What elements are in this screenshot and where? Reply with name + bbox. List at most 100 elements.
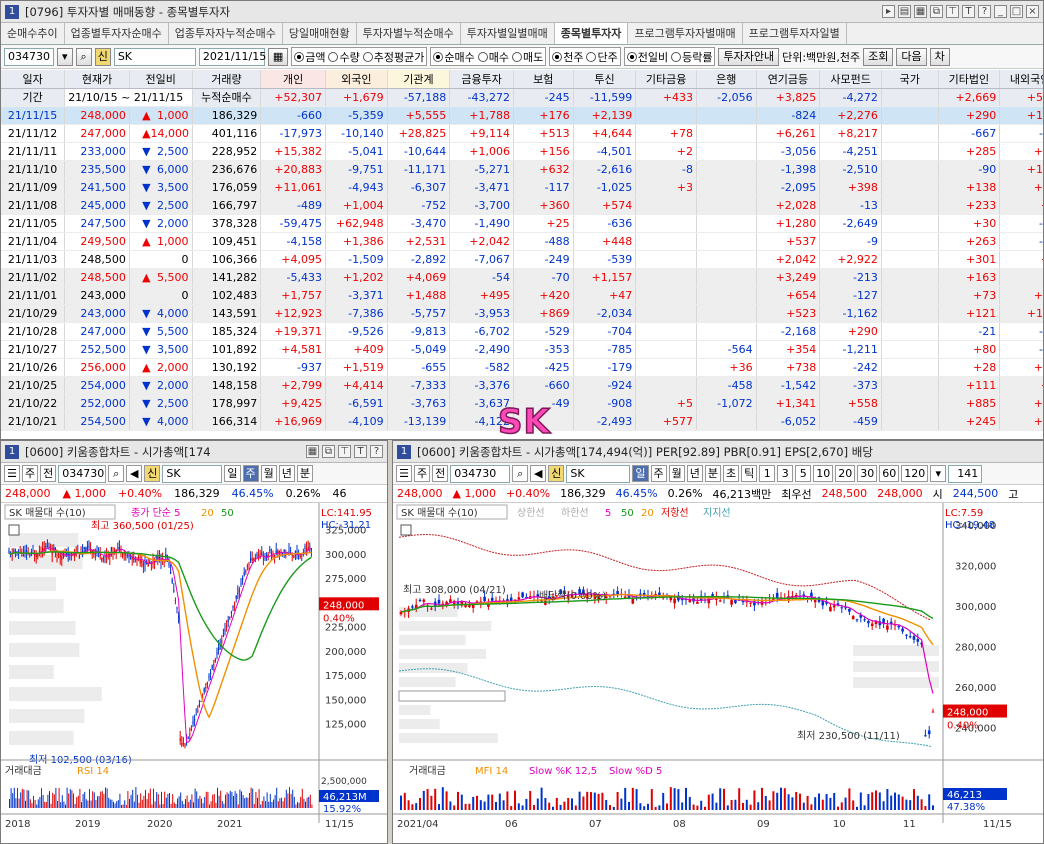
period-from-input[interactable]: 21/10/15 [68,91,117,104]
column-header[interactable]: 현재가 [64,70,130,89]
all-button[interactable]: 전 [432,465,449,482]
column-header[interactable]: 보험 [513,70,574,89]
tab-investor-cumulative[interactable]: 투자자별누적순매수 [357,23,461,44]
period-month[interactable]: 월 [260,465,277,482]
bar-count-input[interactable]: 141 [948,464,983,483]
tab-investor-daily[interactable]: 투자자별일별매매 [461,23,555,44]
table-row[interactable]: 21/10/28 247,000 ▼ 5,500 185,324 +19,371 -9,52… [1,322,1043,341]
column-header[interactable]: 기관계 [387,70,451,89]
column-header[interactable]: 외국인 [325,70,388,89]
stock-type-select[interactable]: 주 [414,465,431,482]
radio-buy[interactable]: 매수 [477,49,509,65]
table-row[interactable]: 21/11/01 243,000 0 102,483 +1,757 -3,371 +1,48… [1,286,1043,305]
radio-thousand-shares[interactable]: 천주 [552,49,583,65]
radio-prev-day[interactable]: 전일비 [626,49,668,65]
sound-icon[interactable]: ◀ [530,465,547,482]
column-header[interactable]: 개인 [260,70,326,89]
interval-10[interactable]: 10 [813,465,834,482]
link-icon[interactable]: ⧉ [322,445,335,458]
date-input[interactable]: 2021/11/15 [198,47,266,66]
table-row[interactable]: 21/10/27 252,500 ▼ 3,500 101,892 +4,581 +409 -5… [1,340,1043,359]
column-header[interactable]: 일자 [1,70,66,89]
credit-badge[interactable]: 신 [94,47,111,66]
table-row[interactable]: 21/11/03 248,500 0 106,366 +4,095 -1,509 -2,89… [1,250,1043,269]
maximize-icon[interactable]: □ [1010,5,1023,18]
interval-120[interactable]: 120 [901,465,929,482]
column-header[interactable]: 거래량 [192,70,262,89]
stock-name-field[interactable]: SK [162,464,223,483]
help-icon[interactable]: ? [370,445,383,458]
radio-net-buy[interactable]: 순매수 [433,49,475,65]
interval-5[interactable]: 5 [795,465,812,482]
tab-daily-trading[interactable]: 당일매매현황 [283,23,357,44]
radio-change-rate[interactable]: 등락률 [671,49,712,65]
all-button[interactable]: 전 [40,465,57,482]
credit-badge[interactable]: 신 [548,465,565,482]
search-icon[interactable]: ⌕ [75,47,92,66]
grid-icon[interactable]: ▦ [306,445,319,458]
period-day[interactable]: 일 [632,465,649,482]
pin-icon[interactable]: ⊤ [946,5,959,18]
radio-quantity[interactable]: 수량 [328,49,360,65]
tab-sector-cumulative[interactable]: 업종투자자누적순매수 [169,23,283,44]
stock-name-field[interactable]: SK [566,464,631,483]
column-header[interactable]: 전일비 [129,70,193,89]
stock-name-field[interactable]: SK [113,47,196,66]
radio-estimated-avg[interactable]: 추정평균가 [362,49,424,65]
period-tick[interactable]: 틱 [741,465,758,482]
stock-code-input[interactable]: 034730 [4,47,54,66]
column-header[interactable]: 연기금등 [756,70,821,89]
table-row[interactable]: 21/11/11 233,000 ▼ 2,500 228,952 +15,382 -5,04… [1,142,1043,161]
table-row[interactable]: 21/11/10 235,500 ▼ 6,000 236,676 +20,883 -9,75… [1,160,1043,179]
sound-icon[interactable]: ◀ [126,465,143,482]
period-range[interactable]: 21/10/15 ~ 21/11/15 [64,88,193,107]
radio-single-shares[interactable]: 단주 [586,49,618,65]
table-row[interactable]: 21/10/29 243,000 ▼ 4,000 143,591 +12,923 -7,38… [1,304,1043,323]
search-icon[interactable]: ⌕ [512,465,529,482]
grid-icon[interactable]: ▦ [914,5,927,18]
tab-net-buy-trend[interactable]: 순매수추이 [1,23,65,44]
interval-dropdown[interactable]: ▾ [930,465,947,482]
table-row[interactable]: 21/11/12 247,000 ▲14,000 401,116 -17,973 -10,… [1,124,1043,143]
period-minute[interactable]: 분 [704,465,721,482]
period-week[interactable]: 주 [242,465,259,482]
column-header[interactable]: 은행 [696,70,757,89]
interval-60[interactable]: 60 [879,465,900,482]
memo-icon[interactable]: ▤ [898,5,911,18]
chart-button[interactable]: 차 [929,47,950,66]
table-row[interactable]: 21/11/05 247,500 ▼ 2,000 378,328 -59,475 +62,9… [1,214,1043,233]
tab-sector-investor[interactable]: 업종별투자자순매수 [65,23,169,44]
left-price-chart[interactable]: 325,000300,000275,000250,000225,000200,0… [1,503,387,843]
table-row[interactable]: 21/10/25 254,000 ▼ 2,000 148,158 +2,799 +4,414… [1,376,1043,395]
period-day[interactable]: 일 [224,465,241,482]
help-icon[interactable]: ? [978,5,991,18]
search-icon[interactable]: ⌕ [108,465,125,482]
column-header[interactable]: 기타법인 [938,70,1001,89]
calendar-icon[interactable]: ▦ [267,47,289,66]
interval-3[interactable]: 3 [777,465,794,482]
interval-30[interactable]: 30 [857,465,878,482]
table-row[interactable]: 21/11/04 249,500 ▲ 1,000 109,451 -4,158 +1,386… [1,232,1043,251]
table-row[interactable]: 21/11/08 245,000 ▼ 2,500 166,797 -489 +1,004 -7… [1,196,1043,215]
period-week[interactable]: 주 [650,465,667,482]
next-button[interactable]: 다음 [896,47,927,66]
table-row[interactable]: 21/11/15 248,000 ▲ 1,000 186,329 -660 -5,359 +5… [1,106,1043,125]
radio-sell[interactable]: 매도 [511,49,543,65]
column-header[interactable]: 기타금융 [635,70,697,89]
period-month[interactable]: 월 [668,465,685,482]
stock-code-input[interactable]: 034730 [450,464,511,483]
column-header[interactable]: 국가 [881,70,939,89]
column-header[interactable]: 내외국인 [999,70,1043,89]
minimize-icon[interactable]: _ [994,5,1007,18]
menu-icon[interactable]: ☰ [4,465,20,482]
investor-guide-button[interactable]: 투자자안내 [718,47,780,66]
interval-1[interactable]: 1 [759,465,776,482]
period-minute[interactable]: 분 [296,465,313,482]
table-row[interactable]: 21/11/09 241,500 ▼ 3,500 176,059 +11,061 -4,94… [1,178,1043,197]
table-row[interactable]: 21/11/02 248,500 ▲ 5,500 141,282 -5,433 +1,202… [1,268,1043,287]
link-icon[interactable]: ⧉ [930,5,943,18]
credit-badge[interactable]: 신 [144,465,161,482]
stock-type-select[interactable]: 주 [22,465,39,482]
column-header[interactable]: 투신 [573,70,637,89]
period-second[interactable]: 초 [723,465,740,482]
